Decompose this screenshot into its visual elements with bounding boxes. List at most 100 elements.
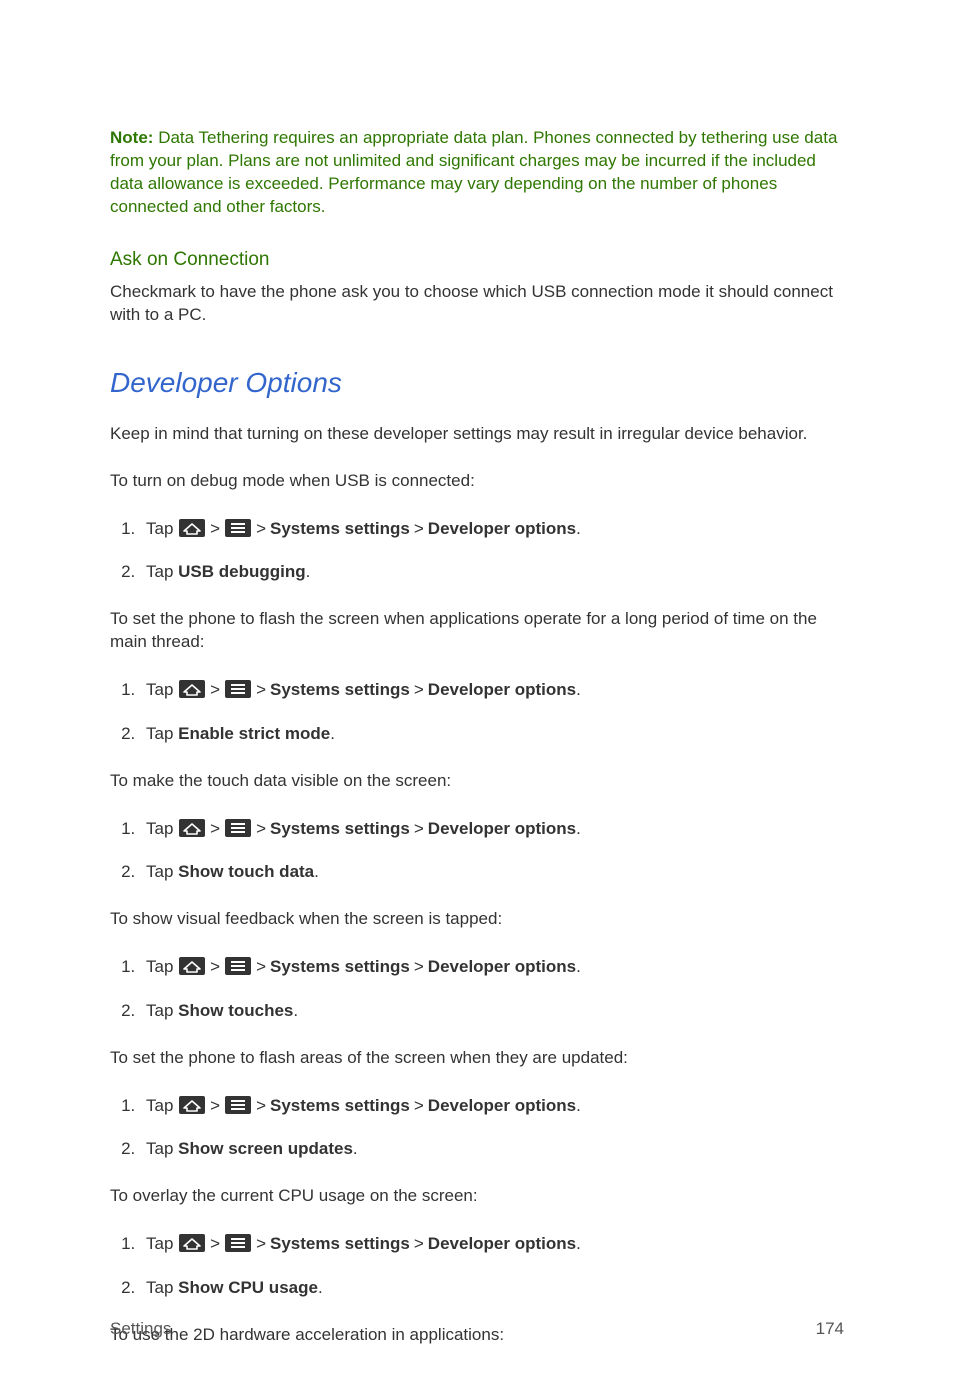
step2-suffix: . [353,1139,358,1158]
developer-options-label: Developer options [428,819,576,838]
step-item: Tap >>Systems settings>Developer options… [140,517,844,541]
steps-list: Tap >>Systems settings>Developer options… [110,517,844,585]
step-item: Tap Show screen updates. [140,1137,844,1161]
menu-icon [225,680,251,698]
breadcrumb-separator: > [210,680,220,699]
document-page: Note: Data Tethering requires an appropr… [0,0,954,1397]
home-icon [179,819,205,837]
home-icon [179,957,205,975]
breadcrumb-separator: > [414,1096,424,1115]
sections-container: To turn on debug mode when USB is connec… [110,470,844,1300]
section-intro: To set the phone to flash areas of the s… [110,1047,844,1070]
menu-icon [225,1234,251,1252]
step2-suffix: . [330,724,335,743]
steps-list: Tap >>Systems settings>Developer options… [110,1094,844,1162]
systems-settings-label: Systems settings [270,819,410,838]
step2-action: Enable strict mode [178,724,330,743]
step-item: Tap >>Systems settings>Developer options… [140,1232,844,1256]
step-item: Tap Show touches. [140,999,844,1023]
breadcrumb-separator: > [256,680,266,699]
developer-options-label: Developer options [428,1234,576,1253]
developer-options-label: Developer options [428,1096,576,1115]
systems-settings-label: Systems settings [270,519,410,538]
developer-options-label: Developer options [428,680,576,699]
steps-list: Tap >>Systems settings>Developer options… [110,955,844,1023]
breadcrumb-separator: > [210,1234,220,1253]
tap-label: Tap [146,680,178,699]
step2-action: Show CPU usage [178,1278,318,1297]
tap-label: Tap [146,1234,178,1253]
footer-page-number: 174 [816,1319,844,1339]
developer-options-intro: Keep in mind that turning on these devel… [110,423,844,446]
developer-options-label: Developer options [428,519,576,538]
step2-prefix: Tap [146,1278,178,1297]
tap-label: Tap [146,519,178,538]
section-intro: To overlay the current CPU usage on the … [110,1185,844,1208]
step-item: Tap Show CPU usage. [140,1276,844,1300]
step2-prefix: Tap [146,1139,178,1158]
section-intro: To turn on debug mode when USB is connec… [110,470,844,493]
breadcrumb-separator: > [256,519,266,538]
note-label: Note: [110,128,153,147]
step2-suffix: . [293,1001,298,1020]
section-intro: To set the phone to flash the screen whe… [110,608,844,654]
note-block: Note: Data Tethering requires an appropr… [110,127,844,219]
step-item: Tap USB debugging. [140,560,844,584]
period: . [576,519,581,538]
breadcrumb-separator: > [256,957,266,976]
step-item: Tap >>Systems settings>Developer options… [140,955,844,979]
systems-settings-label: Systems settings [270,957,410,976]
step-item: Tap >>Systems settings>Developer options… [140,1094,844,1118]
step2-action: Show screen updates [178,1139,353,1158]
steps-list: Tap >>Systems settings>Developer options… [110,1232,844,1300]
menu-icon [225,1096,251,1114]
step2-prefix: Tap [146,862,178,881]
home-icon [179,680,205,698]
breadcrumb-separator: > [256,1096,266,1115]
steps-list: Tap >>Systems settings>Developer options… [110,678,844,746]
breadcrumb-separator: > [414,519,424,538]
step2-action: USB debugging [178,562,305,581]
breadcrumb-separator: > [210,1096,220,1115]
period: . [576,1234,581,1253]
period: . [576,1096,581,1115]
footer-section-name: Settings [110,1319,171,1339]
ask-on-connection-body: Checkmark to have the phone ask you to c… [110,281,844,327]
breadcrumb-separator: > [414,819,424,838]
developer-options-label: Developer options [428,957,576,976]
step2-action: Show touches [178,1001,293,1020]
home-icon [179,519,205,537]
step2-action: Show touch data [178,862,314,881]
menu-icon [225,519,251,537]
step2-suffix: . [318,1278,323,1297]
breadcrumb-separator: > [414,680,424,699]
breadcrumb-separator: > [210,819,220,838]
step-item: Tap >>Systems settings>Developer options… [140,678,844,702]
step2-prefix: Tap [146,562,178,581]
home-icon [179,1096,205,1114]
period: . [576,957,581,976]
tap-label: Tap [146,819,178,838]
section-intro: To make the touch data visible on the sc… [110,770,844,793]
home-icon [179,1234,205,1252]
note-text: Data Tethering requires an appropriate d… [110,128,837,216]
menu-icon [225,819,251,837]
step2-suffix: . [306,562,311,581]
breadcrumb-separator: > [414,957,424,976]
ask-on-connection-heading: Ask on Connection [110,249,844,271]
systems-settings-label: Systems settings [270,1234,410,1253]
period: . [576,680,581,699]
step2-prefix: Tap [146,1001,178,1020]
systems-settings-label: Systems settings [270,1096,410,1115]
page-footer: Settings 174 [110,1319,844,1339]
period: . [576,819,581,838]
step2-prefix: Tap [146,724,178,743]
breadcrumb-separator: > [414,1234,424,1253]
menu-icon [225,957,251,975]
breadcrumb-separator: > [256,1234,266,1253]
step-item: Tap Show touch data. [140,860,844,884]
section-intro: To show visual feedback when the screen … [110,908,844,931]
step-item: Tap >>Systems settings>Developer options… [140,817,844,841]
tap-label: Tap [146,1096,178,1115]
step2-suffix: . [314,862,319,881]
